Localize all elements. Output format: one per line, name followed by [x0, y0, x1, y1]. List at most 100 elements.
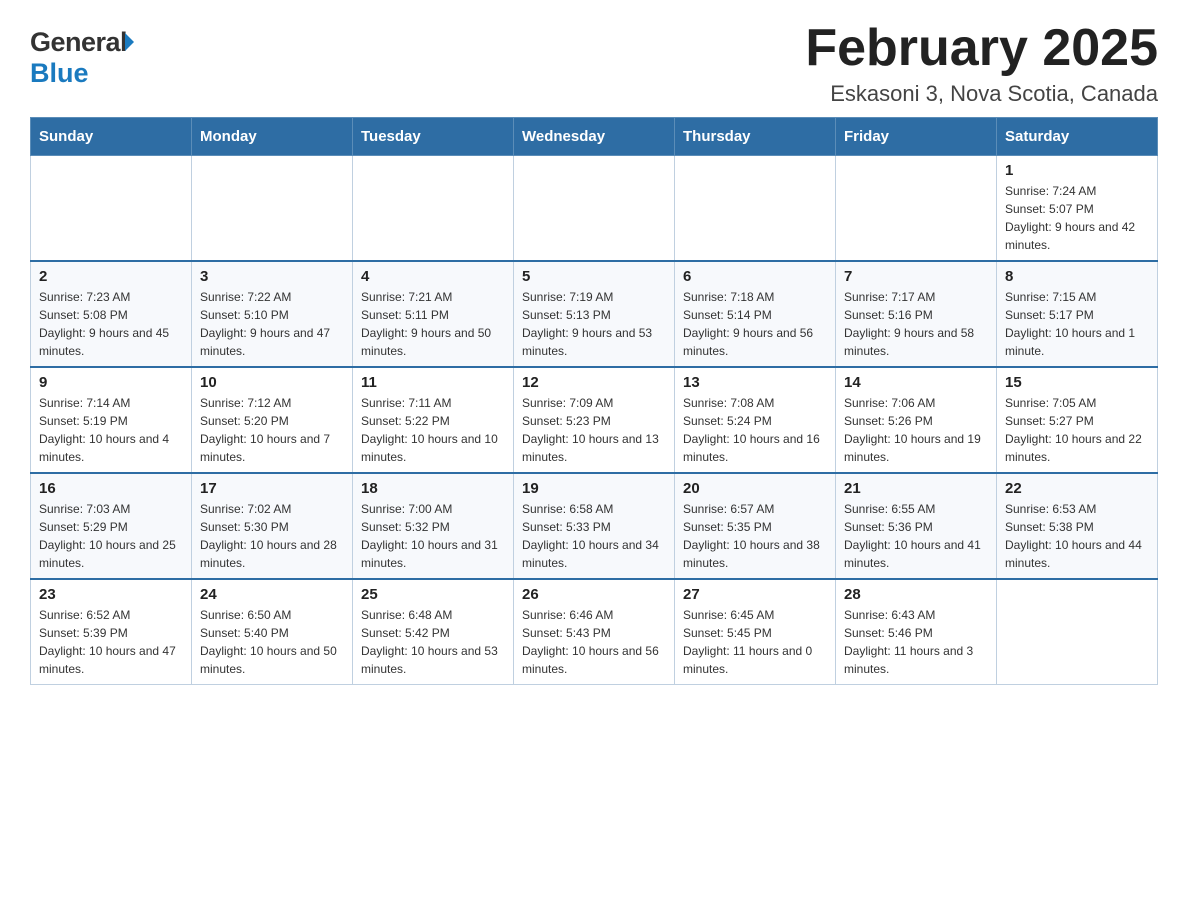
table-row: 3Sunrise: 7:22 AMSunset: 5:10 PMDaylight…	[192, 261, 353, 367]
day-number: 26	[522, 586, 666, 603]
table-row: 7Sunrise: 7:17 AMSunset: 5:16 PMDaylight…	[836, 261, 997, 367]
table-row: 23 Sunrise: 6:52 AMSunset: 5:39 PMDayligh…	[31, 579, 192, 685]
calendar-subtitle: Eskasoni 3, Nova Scotia, Canada	[805, 81, 1158, 107]
calendar-title: February 2025	[805, 20, 1158, 77]
table-row: 1 Sunrise: 7:24 AMSunset: 5:07 PMDaylight…	[997, 156, 1158, 262]
day-info: Sunrise: 7:11 AMSunset: 5:22 PMDaylight:…	[361, 396, 498, 464]
calendar-week-2: 2 Sunrise: 7:23 AMSunset: 5:08 PMDaylight…	[31, 261, 1158, 367]
day-number: 20	[683, 480, 827, 497]
day-info: Sunrise: 7:14 AMSunset: 5:19 PMDaylight:…	[39, 396, 169, 464]
day-info: Sunrise: 7:23 AMSunset: 5:08 PMDaylight:…	[39, 290, 169, 358]
page-header: General Blue February 2025 Eskasoni 3, N…	[30, 20, 1158, 107]
day-info: Sunrise: 6:52 AMSunset: 5:39 PMDaylight:…	[39, 608, 176, 676]
table-row: 2 Sunrise: 7:23 AMSunset: 5:08 PMDaylight…	[31, 261, 192, 367]
table-row	[353, 156, 514, 262]
day-number: 24	[200, 586, 344, 603]
table-row: 18 Sunrise: 7:00 AMSunset: 5:32 PMDayligh…	[353, 473, 514, 579]
table-row: 15 Sunrise: 7:05 AMSunset: 5:27 PMDayligh…	[997, 367, 1158, 473]
day-number: 14	[844, 374, 988, 391]
table-row: 25Sunrise: 6:48 AMSunset: 5:42 PMDayligh…	[353, 579, 514, 685]
day-info: Sunrise: 7:02 AMSunset: 5:30 PMDaylight:…	[200, 502, 337, 570]
day-number: 9	[39, 374, 183, 391]
calendar-week-1: 1 Sunrise: 7:24 AMSunset: 5:07 PMDaylight…	[31, 156, 1158, 262]
table-row	[675, 156, 836, 262]
day-number: 5	[522, 268, 666, 285]
day-number: 4	[361, 268, 505, 285]
table-row	[997, 579, 1158, 685]
table-row: 5 Sunrise: 7:19 AMSunset: 5:13 PMDaylight…	[514, 261, 675, 367]
col-tuesday: Tuesday	[353, 118, 514, 156]
day-info: Sunrise: 7:08 AMSunset: 5:24 PMDaylight:…	[683, 396, 820, 464]
table-row: 27 Sunrise: 6:45 AMSunset: 5:45 PMDayligh…	[675, 579, 836, 685]
day-number: 6	[683, 268, 827, 285]
table-row	[192, 156, 353, 262]
day-number: 19	[522, 480, 666, 497]
table-row: 13 Sunrise: 7:08 AMSunset: 5:24 PMDayligh…	[675, 367, 836, 473]
day-info: Sunrise: 7:09 AMSunset: 5:23 PMDaylight:…	[522, 396, 659, 464]
day-number: 8	[1005, 268, 1149, 285]
col-thursday: Thursday	[675, 118, 836, 156]
day-number: 2	[39, 268, 183, 285]
col-sunday: Sunday	[31, 118, 192, 156]
calendar-header-row: Sunday Monday Tuesday Wednesday Thursday…	[31, 118, 1158, 156]
logo: General Blue	[30, 20, 134, 89]
day-number: 12	[522, 374, 666, 391]
day-number: 1	[1005, 162, 1149, 179]
col-wednesday: Wednesday	[514, 118, 675, 156]
day-info: Sunrise: 6:57 AMSunset: 5:35 PMDaylight:…	[683, 502, 820, 570]
day-number: 18	[361, 480, 505, 497]
logo-triangle-icon	[125, 33, 134, 51]
calendar-week-3: 9 Sunrise: 7:14 AMSunset: 5:19 PMDaylight…	[31, 367, 1158, 473]
day-number: 25	[361, 586, 505, 603]
table-row: 11 Sunrise: 7:11 AMSunset: 5:22 PMDayligh…	[353, 367, 514, 473]
day-info: Sunrise: 7:05 AMSunset: 5:27 PMDaylight:…	[1005, 396, 1142, 464]
day-info: Sunrise: 6:50 AMSunset: 5:40 PMDaylight:…	[200, 608, 337, 676]
day-number: 27	[683, 586, 827, 603]
day-number: 23	[39, 586, 183, 603]
day-number: 11	[361, 374, 505, 391]
day-info: Sunrise: 7:06 AMSunset: 5:26 PMDaylight:…	[844, 396, 981, 464]
calendar-table: Sunday Monday Tuesday Wednesday Thursday…	[30, 117, 1158, 685]
day-info: Sunrise: 6:55 AMSunset: 5:36 PMDaylight:…	[844, 502, 981, 570]
table-row: 14 Sunrise: 7:06 AMSunset: 5:26 PMDayligh…	[836, 367, 997, 473]
table-row: 9 Sunrise: 7:14 AMSunset: 5:19 PMDaylight…	[31, 367, 192, 473]
day-info: Sunrise: 6:53 AMSunset: 5:38 PMDaylight:…	[1005, 502, 1142, 570]
day-info: Sunrise: 7:19 AMSunset: 5:13 PMDaylight:…	[522, 290, 652, 358]
day-number: 16	[39, 480, 183, 497]
day-number: 3	[200, 268, 344, 285]
table-row	[514, 156, 675, 262]
table-row: 12 Sunrise: 7:09 AMSunset: 5:23 PMDayligh…	[514, 367, 675, 473]
day-info: Sunrise: 6:43 AMSunset: 5:46 PMDaylight:…	[844, 608, 973, 676]
calendar-week-4: 16 Sunrise: 7:03 AMSunset: 5:29 PMDayligh…	[31, 473, 1158, 579]
table-row	[31, 156, 192, 262]
day-info: Sunrise: 6:46 AMSunset: 5:43 PMDaylight:…	[522, 608, 659, 676]
col-saturday: Saturday	[997, 118, 1158, 156]
day-info: Sunrise: 6:45 AMSunset: 5:45 PMDaylight:…	[683, 608, 812, 676]
table-row: 19 Sunrise: 6:58 AMSunset: 5:33 PMDayligh…	[514, 473, 675, 579]
table-row: 10Sunrise: 7:12 AMSunset: 5:20 PMDayligh…	[192, 367, 353, 473]
day-number: 13	[683, 374, 827, 391]
col-friday: Friday	[836, 118, 997, 156]
logo-blue-text: Blue	[30, 58, 89, 89]
table-row: 16 Sunrise: 7:03 AMSunset: 5:29 PMDayligh…	[31, 473, 192, 579]
table-row: 17 Sunrise: 7:02 AMSunset: 5:30 PMDayligh…	[192, 473, 353, 579]
day-number: 21	[844, 480, 988, 497]
table-row: 22 Sunrise: 6:53 AMSunset: 5:38 PMDayligh…	[997, 473, 1158, 579]
day-number: 17	[200, 480, 344, 497]
logo-general-text: General	[30, 27, 127, 58]
day-info: Sunrise: 7:00 AMSunset: 5:32 PMDaylight:…	[361, 502, 498, 570]
day-number: 15	[1005, 374, 1149, 391]
day-number: 10	[200, 374, 344, 391]
table-row: 20 Sunrise: 6:57 AMSunset: 5:35 PMDayligh…	[675, 473, 836, 579]
day-info: Sunrise: 7:03 AMSunset: 5:29 PMDaylight:…	[39, 502, 176, 570]
day-number: 22	[1005, 480, 1149, 497]
day-number: 7	[844, 268, 988, 285]
table-row: 21 Sunrise: 6:55 AMSunset: 5:36 PMDayligh…	[836, 473, 997, 579]
day-info: Sunrise: 6:58 AMSunset: 5:33 PMDaylight:…	[522, 502, 659, 570]
day-info: Sunrise: 7:24 AMSunset: 5:07 PMDaylight:…	[1005, 184, 1135, 252]
table-row: 24 Sunrise: 6:50 AMSunset: 5:40 PMDayligh…	[192, 579, 353, 685]
table-row: 28Sunrise: 6:43 AMSunset: 5:46 PMDayligh…	[836, 579, 997, 685]
day-info: Sunrise: 7:15 AMSunset: 5:17 PMDaylight:…	[1005, 290, 1135, 358]
col-monday: Monday	[192, 118, 353, 156]
calendar-week-5: 23 Sunrise: 6:52 AMSunset: 5:39 PMDayligh…	[31, 579, 1158, 685]
